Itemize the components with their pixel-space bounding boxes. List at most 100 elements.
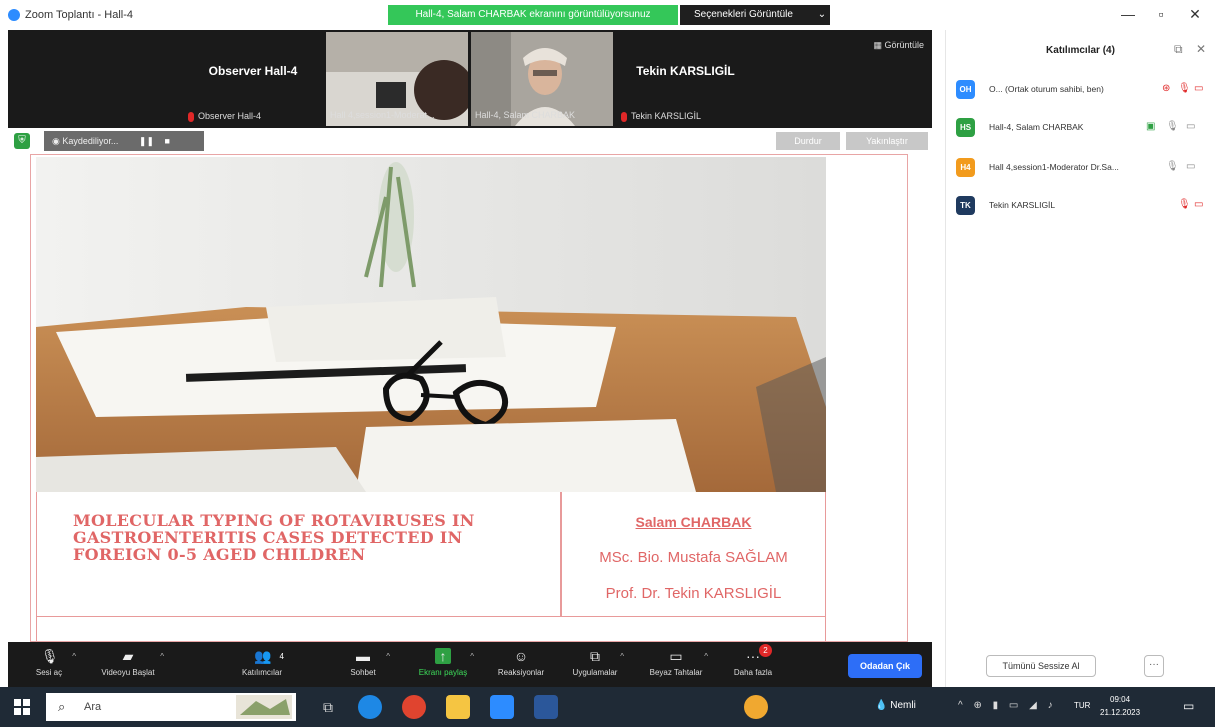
avatar: H4 <box>956 158 975 177</box>
more-button[interactable]: ··· 2 Daha fazla <box>720 644 786 684</box>
mute-all-button[interactable]: Tümünü Sessize Al <box>986 655 1096 677</box>
weather-widget[interactable]: 💧 Nemli <box>875 700 916 711</box>
participant-tile-observer[interactable]: Observer Hall-4 Observer Hall-4 <box>180 30 326 128</box>
taskbar-search[interactable]: ⌕ Ara <box>46 693 296 721</box>
app-icon[interactable] <box>744 695 768 719</box>
notification-icon[interactable]: ▭ <box>1183 699 1199 715</box>
search-placeholder: Ara <box>84 701 102 713</box>
popout-icon[interactable]: ⧉ <box>1174 42 1183 57</box>
slide-title: MOLECULAR TYPING OF ROTAVIRUSES IN GASTR… <box>73 511 475 564</box>
whiteboard-button[interactable]: ▭ ^ Beyaz Tahtalar <box>638 646 714 684</box>
mic-icon[interactable]: 🎙 <box>1166 121 1179 132</box>
edge-icon[interactable] <box>358 695 382 719</box>
participant-row[interactable]: OH O... (Ortak oturum sahibi, ben) ⊛ 🎙 ▭ <box>956 78 1212 102</box>
stop-recording-button[interactable]: ■ <box>165 136 170 146</box>
mic-muted-icon: 🎙 <box>41 648 59 664</box>
date: 21.12.2023 <box>1100 708 1141 717</box>
tile-small-name: Hall-4, Salam CHARBAK <box>475 110 576 120</box>
chevron-up-icon[interactable]: ^ <box>704 652 708 661</box>
mic-muted-icon[interactable]: 🎙 <box>1178 83 1191 94</box>
chevron-down-icon: ⌄ <box>817 9 827 20</box>
notification-badge: 2 <box>759 644 772 657</box>
participant-count: 4 <box>279 652 284 661</box>
participant-tile-salam[interactable]: Hall-4, Salam CHARBAK <box>471 32 613 126</box>
participant-tile-moderator[interactable]: Hall 4,session1-Moderat... <box>326 32 468 126</box>
weather-icon: 💧 <box>875 700 888 711</box>
word-icon[interactable] <box>534 695 558 719</box>
time: 09:04 <box>1110 695 1131 704</box>
start-video-button[interactable]: ▰ ^ Videoyu Başlat <box>86 646 170 684</box>
zoom-ratio-button[interactable]: Yakınlaştır <box>846 132 928 150</box>
windows-start-icon[interactable] <box>14 699 30 715</box>
video-off-icon[interactable]: ▭ <box>1186 161 1195 172</box>
participant-row[interactable]: H4 Hall 4,session1-Moderator Dr.Sa... 🎙 … <box>956 156 1212 180</box>
slide-bottom-strip <box>36 617 826 641</box>
recording-bar: ⛨ ◉ Kaydediliyor... ❚❚ ■ Durdur Yakınlaş… <box>8 128 932 154</box>
window-title: Zoom Toplantı - Hall-4 <box>25 9 134 21</box>
chevron-up-icon[interactable]: ^ <box>72 652 76 661</box>
mic-muted-icon[interactable]: 🎙 <box>1178 199 1191 210</box>
participant-name: O... (Ortak oturum sahibi, ben) <box>989 84 1104 94</box>
chevron-up-icon[interactable]: ^ <box>160 652 164 661</box>
share-screen-icon: ↑ <box>435 648 451 664</box>
leave-meeting-button[interactable]: Odadan Çık <box>848 654 922 678</box>
clock[interactable]: 09:04 21.12.2023 <box>1100 693 1140 719</box>
unmute-button[interactable]: 🎙 ^ Sesi aç <box>16 646 82 684</box>
mic-muted-icon <box>188 112 194 122</box>
chevron-up-icon[interactable]: ^ <box>620 652 624 661</box>
video-off-icon[interactable]: ▭ <box>1186 121 1195 132</box>
mic-muted-icon <box>621 112 627 122</box>
tile-small-name: Hall 4,session1-Moderat... <box>330 110 435 120</box>
participants-icon: 👥 <box>254 648 272 664</box>
chrome-icon[interactable] <box>402 695 426 719</box>
mic-icon[interactable]: 🎙 <box>1166 161 1179 172</box>
tile-small-name: Tekin KARSLIGİL <box>621 111 701 122</box>
zoom-app-icon <box>8 9 20 21</box>
participants-panel: Katılımcılar (4) ⧉ ✕ OH O... (Ortak otur… <box>945 30 1215 687</box>
author-name: MSc. Bio. Mustafa SAĞLAM <box>599 549 788 566</box>
avatar: HS <box>956 118 975 137</box>
close-panel-icon[interactable]: ✕ <box>1196 42 1206 56</box>
tile-big-name: Observer Hall-4 <box>208 64 298 78</box>
zoom-taskbar-icon[interactable] <box>490 695 514 719</box>
stop-share-button[interactable]: Durdur <box>776 132 840 150</box>
reactions-icon: ☺ <box>513 648 529 664</box>
participant-row[interactable]: TK Tekin KARSLIGİL 🎙 ▭ <box>956 194 1212 218</box>
participants-button[interactable]: 👥 4 Katılımcılar <box>222 646 302 684</box>
chat-button[interactable]: ▬ ^ Sohbet <box>330 646 396 684</box>
search-highlight-image <box>236 695 292 719</box>
video-off-icon[interactable]: ▭ <box>1194 199 1203 210</box>
view-options-button[interactable]: Seçenekleri Görüntüle ⌄ <box>680 5 830 25</box>
minimize-button[interactable]: — <box>1118 6 1138 22</box>
whiteboard-icon: ▭ <box>669 648 683 664</box>
tile-small-name: Observer Hall-4 <box>188 111 261 122</box>
record-icon: ◉ <box>52 136 60 146</box>
gallery-view-button[interactable]: ▦ Görüntüle <box>873 40 924 51</box>
slide-title-box: MOLECULAR TYPING OF ROTAVIRUSES IN GASTR… <box>36 492 561 617</box>
recording-status: ◉ Kaydediliyor... ❚❚ ■ <box>44 131 204 151</box>
avatar: TK <box>956 196 975 215</box>
chat-icon: ▬ <box>356 648 370 664</box>
meeting-toolbar: 🎙 ^ Sesi aç ▰ ^ Videoyu Başlat 👥 4 Katıl… <box>8 642 932 687</box>
apps-button[interactable]: ⧉ ^ Uygulamalar <box>560 646 630 684</box>
chevron-up-icon[interactable]: ^ <box>386 652 390 661</box>
task-view-icon[interactable]: ⧉ <box>316 695 340 719</box>
maximize-button[interactable]: ▫ <box>1151 6 1171 22</box>
security-shield-icon[interactable]: ⛨ <box>14 133 30 149</box>
file-explorer-icon[interactable] <box>446 695 470 719</box>
share-screen-button[interactable]: ↑ ^ Ekranı paylaş <box>406 646 480 684</box>
panel-more-button[interactable]: ··· <box>1144 655 1164 677</box>
language-indicator[interactable]: TUR <box>1074 701 1090 710</box>
pause-recording-button[interactable]: ❚❚ <box>139 136 154 146</box>
chevron-up-icon[interactable]: ^ <box>470 652 474 661</box>
participant-tile-tekin[interactable]: Tekin KARSLIGİL Tekin KARSLIGİL <box>613 30 758 128</box>
system-tray-icons[interactable]: ^ ⊕ ▮ ▭ ◢ ♪ <box>958 700 1057 711</box>
author-name: Salam CHARBAK <box>635 514 752 530</box>
video-off-icon[interactable]: ▭ <box>1194 83 1203 94</box>
close-button[interactable]: ✕ <box>1185 6 1205 23</box>
participant-name: Hall 4,session1-Moderator Dr.Sa... <box>989 162 1119 172</box>
reactions-button[interactable]: ☺ Reaksiyonlar <box>486 646 556 684</box>
view-options-label: Seçenekleri Görüntüle <box>694 9 793 20</box>
participant-row[interactable]: HS Hall-4, Salam CHARBAK ▣ 🎙 ▭ <box>956 116 1212 140</box>
apps-icon: ⧉ <box>590 648 600 664</box>
